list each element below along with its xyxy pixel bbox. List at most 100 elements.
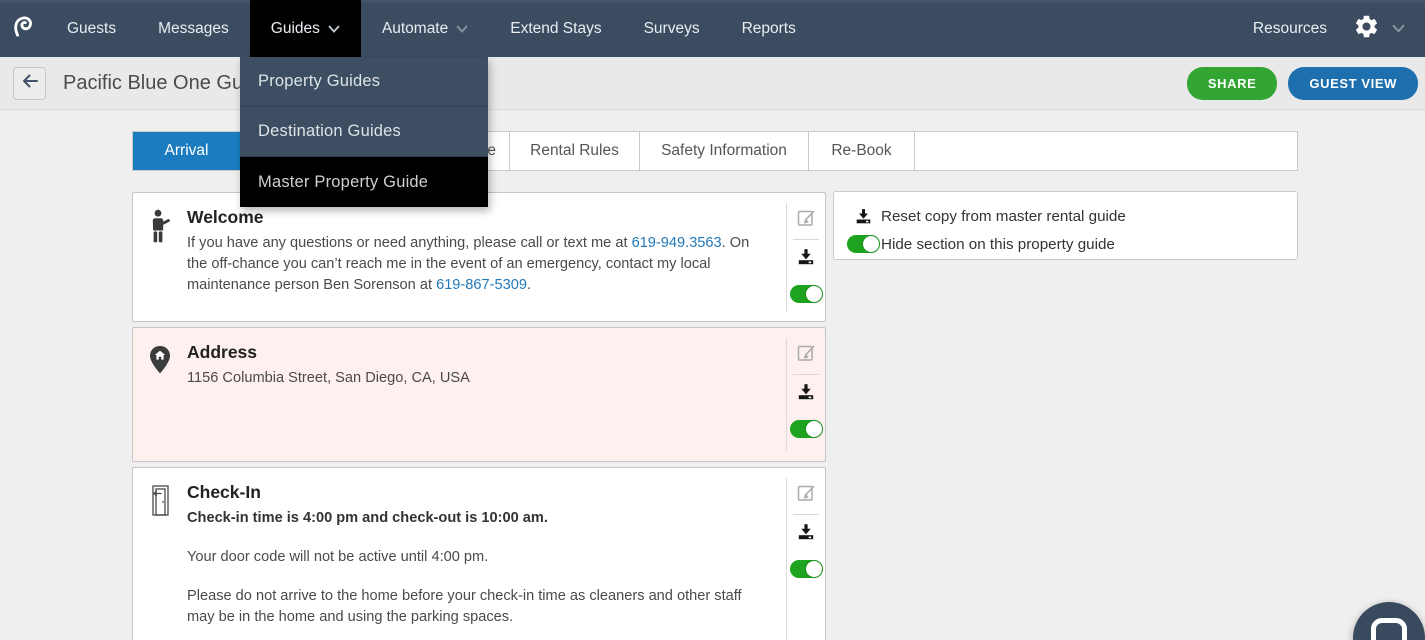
menu-item-property-guides[interactable]: Property Guides	[240, 57, 488, 107]
edit-section-button[interactable]	[796, 207, 817, 231]
chevron-down-icon	[456, 20, 468, 38]
nav-item-extend-stays[interactable]: Extend Stays	[489, 0, 622, 57]
brand-logo[interactable]	[0, 0, 46, 57]
section-title: Welcome	[187, 207, 770, 228]
edit-pencil-icon	[796, 342, 817, 366]
check-in-action-rail	[786, 478, 825, 640]
phone-link[interactable]: 619-867-5309	[436, 277, 527, 293]
tab-safety-information[interactable]: Safety Information	[640, 132, 809, 170]
hide-toggle-cell	[846, 235, 881, 253]
rail-divider	[793, 374, 819, 375]
welcome-action-rail	[786, 203, 825, 311]
section-body: If you have any questions or need anythi…	[187, 233, 770, 296]
section-body: Check-in time is 4:00 pm and check-out i…	[187, 508, 770, 629]
reset-from-master-button[interactable]	[797, 523, 815, 544]
tab-label: Re-Book	[831, 142, 891, 160]
nav-item-messages[interactable]: Messages	[137, 0, 250, 57]
section-title: Check-In	[187, 482, 770, 503]
section-visibility-toggle[interactable]	[790, 420, 823, 438]
page-title: Pacific Blue One Gue	[63, 72, 254, 95]
nav-item-label: Extend Stays	[510, 20, 601, 38]
section-options-panel: Reset copy from master rental guide Hide…	[833, 191, 1298, 260]
tab-label: Safety Information	[661, 142, 787, 160]
nav-item-guests[interactable]: Guests	[46, 0, 137, 57]
section-visibility-toggle[interactable]	[790, 285, 823, 303]
map-pin-icon	[133, 328, 187, 461]
menu-item-label: Master Property Guide	[258, 173, 428, 192]
hide-section-toggle[interactable]	[847, 235, 880, 253]
tabbar-filler	[915, 132, 1297, 170]
tab-re-book[interactable]: Re-Book	[809, 132, 915, 170]
tab-rental-rules[interactable]: Rental Rules	[510, 132, 640, 170]
top-nav: Guests Messages Guides Automate Extend S…	[0, 0, 1425, 57]
rail-divider	[793, 239, 819, 240]
reset-from-master-button[interactable]	[797, 383, 815, 404]
chat-launcher-button[interactable]	[1353, 602, 1425, 640]
section-body: 1156 Columbia Street, San Diego, CA, USA	[187, 368, 770, 389]
back-button[interactable]	[13, 67, 46, 100]
hide-section-row: Hide section on this property guide	[846, 232, 1285, 256]
menu-item-destination-guides[interactable]: Destination Guides	[240, 107, 488, 157]
nav-item-reports[interactable]: Reports	[721, 0, 817, 57]
settings-menu-button[interactable]	[1347, 13, 1386, 45]
account-menu-button[interactable]	[1386, 20, 1411, 38]
menu-item-label: Property Guides	[258, 72, 380, 91]
nav-item-label: Reports	[742, 20, 796, 38]
nav-item-label: Surveys	[644, 20, 700, 38]
tab-label: Rental Rules	[530, 142, 619, 160]
guides-dropdown-menu: Property Guides Destination Guides Maste…	[240, 57, 488, 207]
edit-section-button[interactable]	[796, 482, 817, 506]
edit-pencil-icon	[796, 482, 817, 506]
download-from-master-icon	[797, 523, 815, 544]
chevron-down-icon	[328, 20, 340, 38]
share-button[interactable]: SHARE	[1187, 67, 1278, 100]
nav-item-surveys[interactable]: Surveys	[623, 0, 721, 57]
door-code-text: Your door code will not be active until …	[187, 547, 770, 568]
menu-item-label: Destination Guides	[258, 122, 401, 141]
header-actions: SHARE GUEST VIEW	[1187, 67, 1425, 100]
nav-item-label: Messages	[158, 20, 229, 38]
download-from-master-icon	[797, 248, 815, 269]
greeter-person-icon	[133, 193, 187, 321]
nav-item-label: Guests	[67, 20, 116, 38]
body-text: .	[527, 277, 531, 293]
address-section-content: Address 1156 Columbia Street, San Diego,…	[187, 328, 786, 461]
reset-copy-row[interactable]: Reset copy from master rental guide	[846, 204, 1285, 228]
guest-view-button[interactable]: GUEST VIEW	[1288, 67, 1418, 100]
nav-right: Resources	[1233, 0, 1425, 57]
reset-copy-label: Reset copy from master rental guide	[881, 208, 1126, 225]
edit-pencil-icon	[796, 207, 817, 231]
nav-item-label: Automate	[382, 20, 448, 38]
tab-arrival[interactable]: Arrival	[133, 132, 241, 170]
nav-item-label: Guides	[271, 20, 320, 38]
edit-section-button[interactable]	[796, 342, 817, 366]
ruebarue-pin-logo-icon	[10, 13, 36, 44]
left-arrow-icon	[20, 71, 40, 96]
nav-items: Guests Messages Guides Automate Extend S…	[46, 0, 817, 57]
section-card-check-in: Check-In Check-in time is 4:00 pm and ch…	[132, 467, 826, 640]
chat-bubble-icon	[1371, 618, 1407, 640]
section-visibility-toggle[interactable]	[790, 560, 823, 578]
tab-label: Arrival	[165, 142, 209, 160]
download-from-master-icon	[846, 208, 881, 225]
section-title: Address	[187, 342, 770, 363]
door-check-in-icon	[133, 468, 187, 640]
phone-link[interactable]: 619-949.3563	[632, 235, 722, 251]
menu-item-master-property-guide[interactable]: Master Property Guide	[240, 157, 488, 207]
nav-item-resources[interactable]: Resources	[1233, 20, 1347, 38]
check-in-times-text: Check-in time is 4:00 pm and check-out i…	[187, 508, 770, 529]
nav-item-label: Resources	[1253, 20, 1327, 37]
nav-item-guides[interactable]: Guides	[250, 0, 361, 57]
hide-section-label: Hide section on this property guide	[881, 236, 1115, 253]
check-in-section-content: Check-In Check-in time is 4:00 pm and ch…	[187, 468, 786, 640]
gear-icon	[1353, 13, 1380, 45]
welcome-section-content: Welcome If you have any questions or nee…	[187, 193, 786, 321]
address-action-rail	[786, 338, 825, 451]
reset-from-master-button[interactable]	[797, 248, 815, 269]
page-header: Pacific Blue One Gue SHARE GUEST VIEW	[0, 57, 1425, 110]
nav-item-automate[interactable]: Automate	[361, 0, 489, 57]
section-card-address: Address 1156 Columbia Street, San Diego,…	[132, 327, 826, 462]
body-text: If you have any questions or need anythi…	[187, 235, 632, 251]
tab-label: e	[487, 142, 496, 160]
rail-divider	[793, 514, 819, 515]
